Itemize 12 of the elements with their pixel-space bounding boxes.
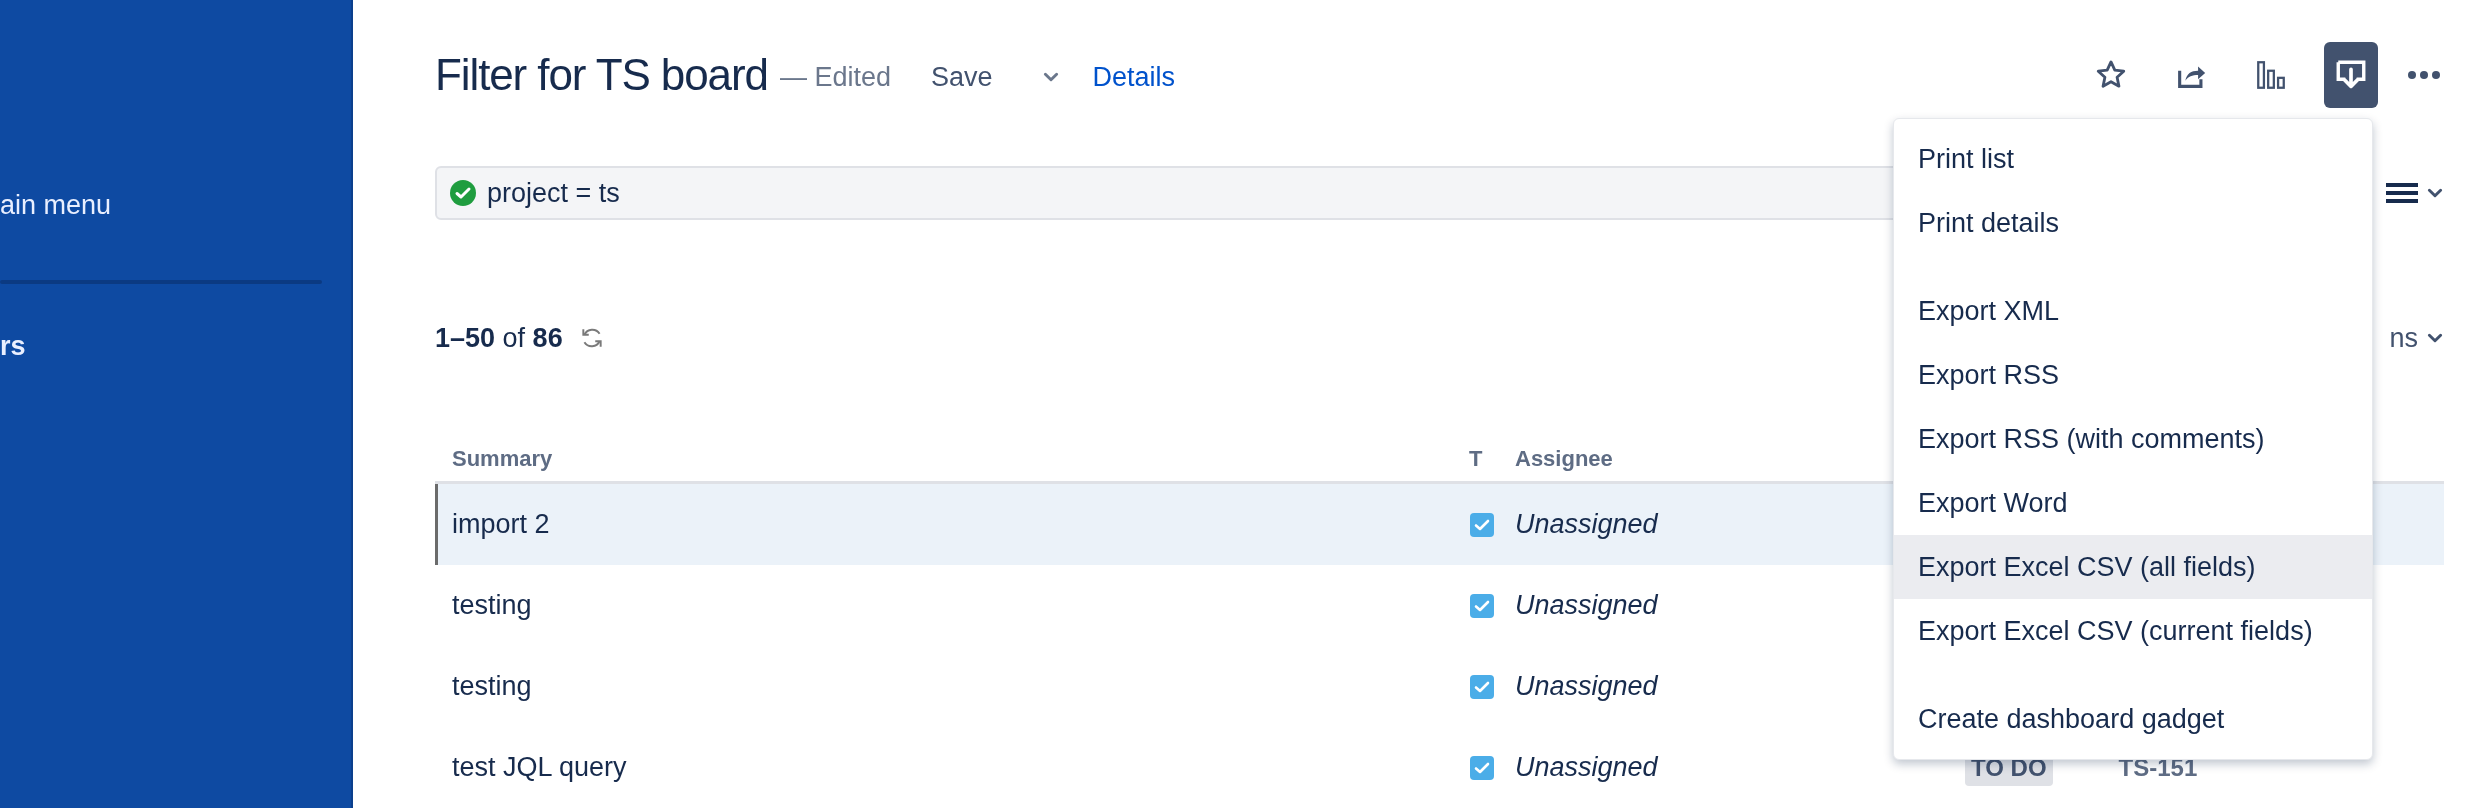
query-text: project = ts [487,176,620,210]
summary-cell-text: import 2 [452,508,550,542]
assignee-cell-text: Unassigned [1515,589,1658,623]
summary-cell-text: testing [452,670,532,704]
assignee-cell-text: Unassigned [1515,751,1658,785]
filter-title: Filter for TS board [435,49,768,101]
edited-label: — Edited [779,60,891,94]
summary-cell-text: test JQL query [452,751,627,785]
assignee-cell-text: Unassigned [1515,508,1658,542]
result-count: 1–50 of 86 [435,321,563,355]
summary-cell-text: testing [452,589,532,623]
assignee-cell-text: Unassigned [1515,670,1658,704]
